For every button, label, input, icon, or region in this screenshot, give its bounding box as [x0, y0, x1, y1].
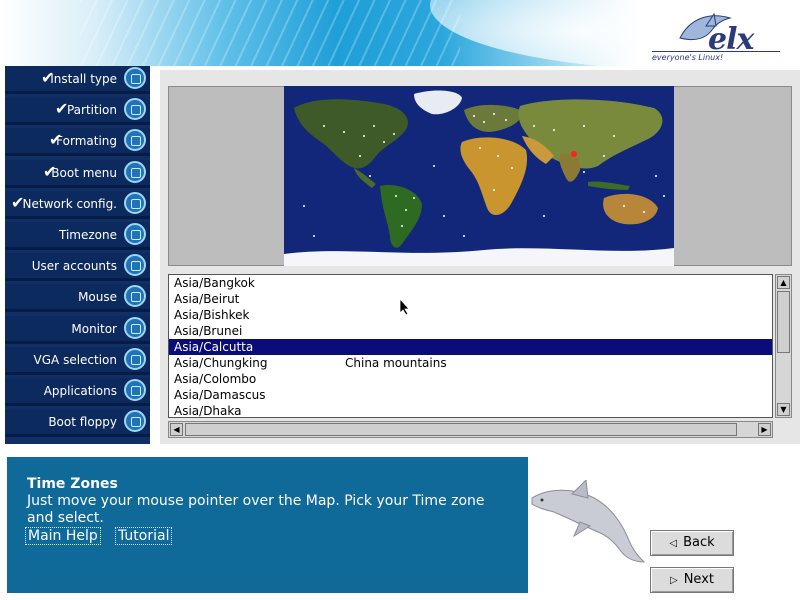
network-config-icon	[124, 191, 146, 214]
next-button[interactable]: ▷ Next	[650, 567, 734, 593]
header-banner: elx everyone's Linux!	[0, 0, 800, 66]
partition-icon	[124, 98, 146, 121]
sidebar-item-monitor[interactable]: Monitor	[5, 315, 150, 344]
sidebar-item-label: Applications	[43, 384, 117, 398]
applications-icon	[124, 379, 146, 401]
horizontal-scroll-thumb[interactable]	[185, 423, 737, 436]
scroll-right-icon[interactable]: ▶	[758, 423, 771, 436]
sidebar-item-label: User accounts	[31, 259, 117, 274]
logo-tagline: everyone's Linux!	[652, 53, 724, 62]
vertical-scrollbar[interactable]: ▲ ▼	[775, 274, 792, 418]
timezone-name: Asia/Beirut	[174, 292, 240, 306]
mouse-icon	[124, 285, 146, 308]
timezone-icon	[124, 223, 146, 245]
timezone-row[interactable]: Asia/Colombo	[169, 371, 772, 387]
sidebar-item-boot-floppy[interactable]: Boot floppy	[5, 409, 150, 438]
sidebar-item-label: Mouse	[78, 290, 117, 305]
sidebar-item-label: Formating	[56, 134, 117, 149]
help-text: Just move your mouse pointer over the Ma…	[27, 493, 485, 526]
back-label: Back	[683, 535, 715, 550]
sidebar-item-user-accounts[interactable]: User accounts	[5, 253, 150, 282]
horizontal-scrollbar[interactable]: ◀ ▶	[168, 421, 773, 438]
timezone-name: Asia/Chungking	[174, 356, 268, 370]
main-help-link[interactable]: Main Help	[25, 527, 101, 545]
sidebar-item-formating[interactable]: ✔ Formating	[5, 128, 150, 157]
timezone-name: Asia/Colombo	[174, 372, 257, 386]
back-button[interactable]: ◁ Back	[650, 530, 734, 556]
sidebar-item-label: Boot menu	[51, 165, 117, 180]
timezone-name: Asia/Dhaka	[174, 404, 242, 418]
sidebar-item-network-config[interactable]: ✔ Network config.	[5, 190, 150, 219]
timezone-list[interactable]: Asia/Bangkok Asia/Beirut Asia/Bishkek Asia/…	[168, 274, 773, 418]
timezone-row[interactable]: Asia/Bangkok	[169, 275, 772, 291]
timezone-row[interactable]: Asia/Damascus	[169, 387, 772, 403]
timezone-name: Asia/Bishkek	[174, 308, 250, 322]
sidebar-item-label: Partition	[66, 103, 117, 118]
next-label: Next	[683, 572, 714, 587]
elx-logo: elx everyone's Linux!	[646, 8, 786, 64]
scroll-up-icon[interactable]: ▲	[777, 276, 790, 289]
sidebar-item-label: Boot floppy	[48, 415, 117, 430]
timezone-row[interactable]: Asia/Beirut	[169, 291, 772, 307]
logo-underline	[652, 51, 780, 52]
timezone-comment: China mountains	[345, 356, 447, 370]
selected-city-marker	[571, 151, 577, 157]
sidebar-item-label: Timezone	[59, 228, 117, 242]
next-arrow-icon: ▷	[670, 575, 678, 586]
sidebar-item-label: Install type	[50, 72, 117, 86]
timezone-row[interactable]: Asia/Bishkek	[169, 307, 772, 323]
help-title: Time Zones	[27, 476, 118, 492]
monitor-icon	[124, 316, 146, 339]
sidebar-item-label: Monitor	[71, 321, 117, 336]
mouse-pointer-icon	[399, 298, 410, 316]
boot-floppy-icon	[124, 410, 146, 433]
boot-menu-icon	[124, 160, 146, 183]
dolphin-mascot-icon	[531, 480, 646, 563]
timezone-row[interactable]: Asia/Calcutta	[169, 339, 772, 355]
world-map[interactable]	[284, 86, 674, 266]
scroll-down-icon[interactable]: ▼	[777, 403, 790, 416]
sidebar-item-timezone[interactable]: Timezone	[5, 222, 150, 250]
timezone-name: Asia/Brunei	[174, 324, 243, 338]
banner-texture	[80, 0, 460, 66]
sidebar-item-install-type[interactable]: ✔ Install type	[5, 66, 150, 94]
scroll-left-icon[interactable]: ◀	[170, 423, 183, 436]
user-accounts-icon	[124, 254, 146, 277]
tutorial-link[interactable]: Tutorial	[115, 527, 173, 545]
install-type-icon	[124, 67, 146, 89]
timezone-row[interactable]: Asia/Chungking China mountains	[169, 355, 772, 371]
timezone-name: Asia/Calcutta	[174, 340, 254, 354]
help-panel: Time Zones Just move your mouse pointer …	[7, 457, 528, 593]
vga-selection-icon	[124, 347, 146, 370]
sidebar-item-boot-menu[interactable]: ✔ Boot menu	[5, 159, 150, 188]
timezone-name: Asia/Damascus	[174, 388, 266, 402]
timezone-row[interactable]: Asia/Dhaka	[169, 403, 772, 418]
install-steps-sidebar: ✔ Install type ✔ Partition ✔ Formating ✔ Boot m…	[5, 66, 150, 444]
formating-icon	[124, 129, 146, 152]
sidebar-item-mouse[interactable]: Mouse	[5, 284, 150, 313]
sidebar-item-applications[interactable]: Applications	[5, 378, 150, 406]
timezone-name: Asia/Bangkok	[174, 276, 255, 290]
sidebar-item-label: VGA selection	[33, 352, 117, 367]
timezone-row[interactable]: Asia/Brunei	[169, 323, 772, 339]
vertical-scroll-thumb[interactable]	[777, 291, 790, 353]
sidebar-item-label: Network config.	[22, 196, 117, 211]
sidebar-item-partition[interactable]: ✔ Partition	[5, 97, 150, 126]
sidebar-item-vga-selection[interactable]: VGA selection	[5, 346, 150, 375]
back-arrow-icon: ◁	[669, 538, 678, 549]
